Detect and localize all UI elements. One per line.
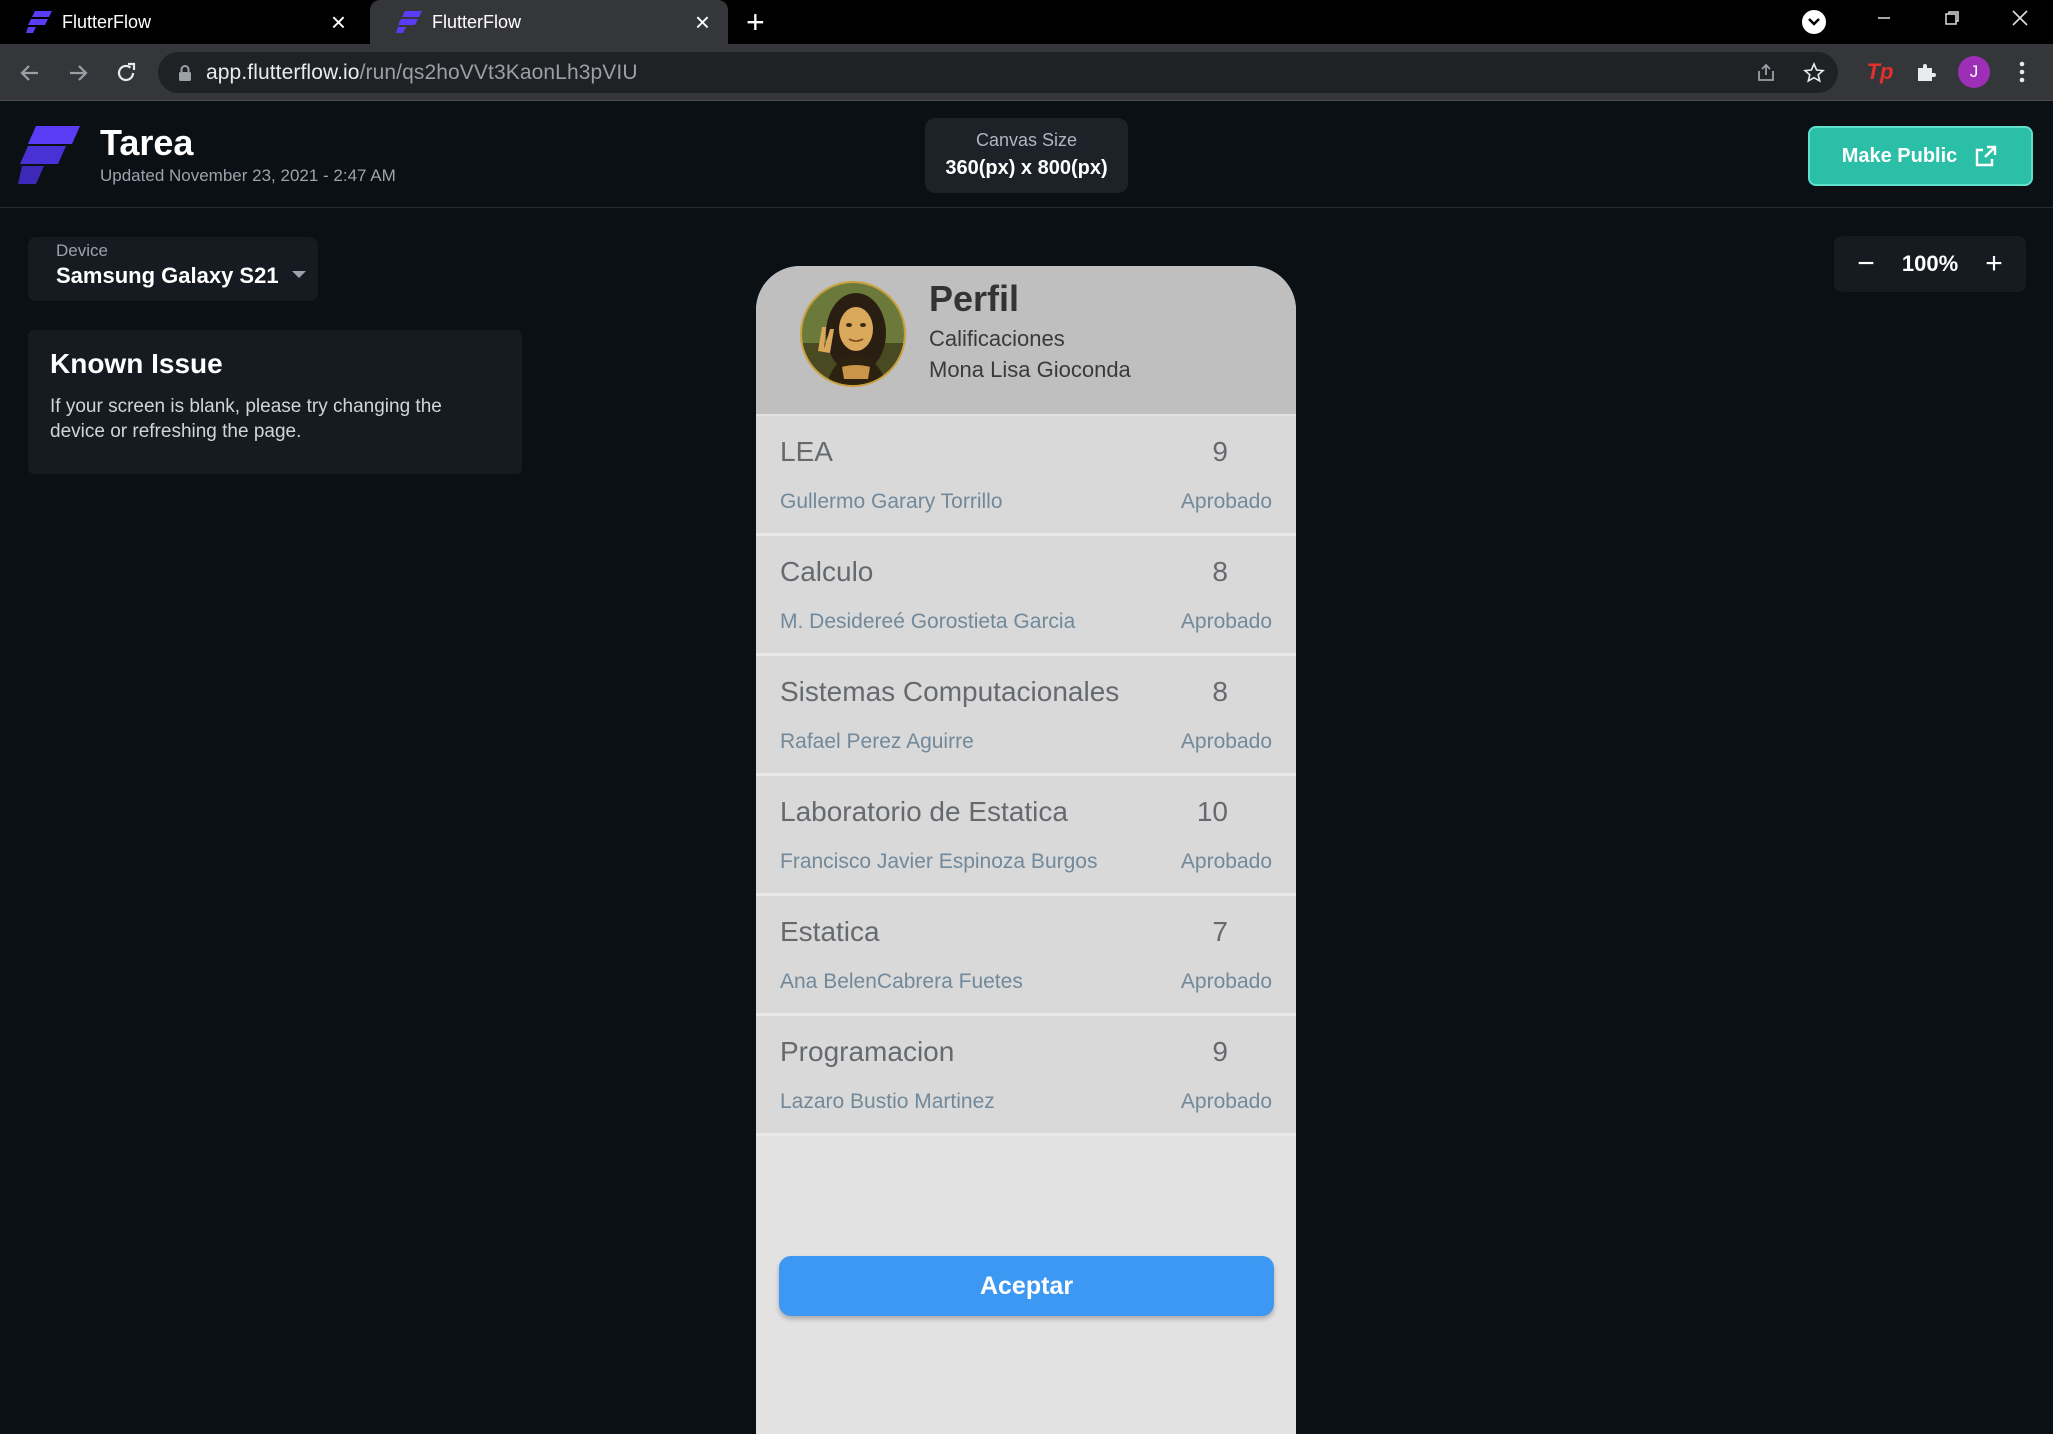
profile-header: Perfil Calificaciones Mona Lisa Gioconda <box>756 266 1296 414</box>
course-name: Sistemas Computacionales <box>780 676 1120 707</box>
canvas-size-badge: Canvas Size 360(px) x 800(px) <box>925 118 1128 193</box>
course-grade: 8 <box>1212 676 1228 707</box>
profile-avatar[interactable]: J <box>1956 56 1992 88</box>
course-status: Aprobado <box>1180 970 1272 993</box>
course-teacher: Francisco Javier Espinoza Burgos <box>780 850 1098 873</box>
zoom-level: 100% <box>1901 251 1959 276</box>
reload-icon[interactable] <box>104 44 148 101</box>
minimize-icon[interactable] <box>1854 0 1914 36</box>
new-tab-icon[interactable]: + <box>746 4 765 40</box>
address-bar[interactable]: app.flutterflow.io/run/qs2hoVVt3KaonLh3p… <box>158 52 1838 93</box>
close-window-icon[interactable] <box>1990 0 2050 36</box>
canvas-size-value: 360(px) x 800(px) <box>945 157 1108 179</box>
course-name: Laboratorio de Estatica <box>780 796 1068 827</box>
url-text: app.flutterflow.io/run/qs2hoVVt3KaonLh3p… <box>206 60 638 84</box>
course-teacher: Gullermo Garary Torrillo <box>780 490 1003 513</box>
course-name: Programacion <box>780 1036 955 1067</box>
student-name: Mona Lisa Gioconda <box>929 357 1131 382</box>
course-grade: 10 <box>1196 796 1228 827</box>
accept-button[interactable]: Aceptar <box>779 1256 1274 1316</box>
course-teacher: M. Desidereé Gorostieta Garcia <box>780 610 1076 633</box>
external-link-icon <box>1976 145 1997 167</box>
phone-preview: Perfil Calificaciones Mona Lisa Gioconda… <box>756 266 1296 1434</box>
device-selector[interactable]: Device Samsung Galaxy S21 <box>28 237 318 301</box>
canvas-size-label: Canvas Size <box>975 130 1078 150</box>
tab-title: FlutterFlow <box>432 11 522 32</box>
browser-toolbar: app.flutterflow.io/run/qs2hoVVt3KaonLh3p… <box>0 44 2053 101</box>
back-icon[interactable] <box>8 44 52 101</box>
course-status: Aprobado <box>1180 610 1272 633</box>
tab-title: FlutterFlow <box>62 11 152 32</box>
updated-timestamp: Updated November 23, 2021 - 2:47 AM <box>100 166 396 185</box>
course-name: Estatica <box>780 916 880 947</box>
known-issue-card: Known Issue If your screen is blank, ple… <box>28 330 522 474</box>
browser-tab[interactable]: FlutterFlow × <box>0 0 364 44</box>
course-row[interactable]: LEA 9 Gullermo Garary Torrillo Aprobado <box>756 416 1296 536</box>
zoom-out-button[interactable]: − <box>1852 249 1880 279</box>
profile-avatar-image <box>800 281 906 387</box>
zoom-in-button[interactable]: + <box>1980 249 2008 279</box>
flutterflow-favicon-icon <box>396 11 422 33</box>
course-grade: 9 <box>1212 1036 1228 1067</box>
flutterflow-logo-icon <box>18 126 80 184</box>
course-row[interactable]: Laboratorio de Estatica 10 Francisco Jav… <box>756 776 1296 896</box>
course-status: Aprobado <box>1180 1090 1272 1113</box>
course-status: Aprobado <box>1180 850 1272 873</box>
course-grade: 7 <box>1212 916 1228 947</box>
course-teacher: Ana BelenCabrera Fuetes <box>780 970 1023 993</box>
close-tab-icon[interactable]: × <box>695 9 710 35</box>
course-row[interactable]: Programacion 9 Lazaro Bustio Martinez Ap… <box>756 1016 1296 1136</box>
extensions-puzzle-icon[interactable] <box>1908 56 1944 88</box>
profile-subtitle: Calificaciones <box>929 326 1065 351</box>
course-status: Aprobado <box>1180 730 1272 753</box>
device-label: Device <box>56 241 108 260</box>
bookmark-star-icon[interactable] <box>1802 61 1826 85</box>
tab-search-icon[interactable] <box>1802 10 1826 34</box>
make-public-button[interactable]: Make Public <box>1808 126 2033 186</box>
project-title: Tarea <box>100 122 194 163</box>
browser-tab-active[interactable]: FlutterFlow × <box>370 0 728 44</box>
browser-menu-icon[interactable] <box>2004 56 2040 88</box>
browser-tab-bar: FlutterFlow × FlutterFlow × + <box>0 0 2053 44</box>
flutterflow-favicon-icon <box>26 11 52 33</box>
course-row[interactable]: Sistemas Computacionales 8 Rafael Perez … <box>756 656 1296 776</box>
close-tab-icon[interactable]: × <box>331 9 346 35</box>
course-teacher: Lazaro Bustio Martinez <box>780 1090 995 1113</box>
zoom-control: − 100% + <box>1834 236 2026 292</box>
run-mode-header: Tarea Updated November 23, 2021 - 2:47 A… <box>0 102 2053 208</box>
profile-title: Perfil <box>929 278 1020 319</box>
forward-icon[interactable] <box>56 44 100 101</box>
known-issue-title: Known Issue <box>50 348 223 379</box>
restore-icon[interactable] <box>1922 0 1982 36</box>
course-status: Aprobado <box>1180 490 1272 513</box>
course-row[interactable]: Estatica 7 Ana BelenCabrera Fuetes Aprob… <box>756 896 1296 1016</box>
known-issue-text: If your screen is blank, please try chan… <box>50 396 442 442</box>
courses-list: LEA 9 Gullermo Garary Torrillo Aprobado … <box>756 416 1296 1136</box>
chevron-down-icon <box>292 271 306 278</box>
course-teacher: Rafael Perez Aguirre <box>780 730 974 753</box>
translate-extension-icon[interactable]: Tp <box>1862 56 1898 88</box>
course-row[interactable]: Calculo 8 M. Desidereé Gorostieta Garcia… <box>756 536 1296 656</box>
share-icon[interactable] <box>1754 61 1778 85</box>
course-grade: 9 <box>1212 436 1228 467</box>
course-name: Calculo <box>780 556 874 587</box>
lock-icon <box>179 64 191 81</box>
course-grade: 8 <box>1212 556 1228 587</box>
course-name: LEA <box>780 436 833 467</box>
make-public-label: Make Public <box>1841 144 1958 167</box>
device-value: Samsung Galaxy S21 <box>56 263 279 288</box>
